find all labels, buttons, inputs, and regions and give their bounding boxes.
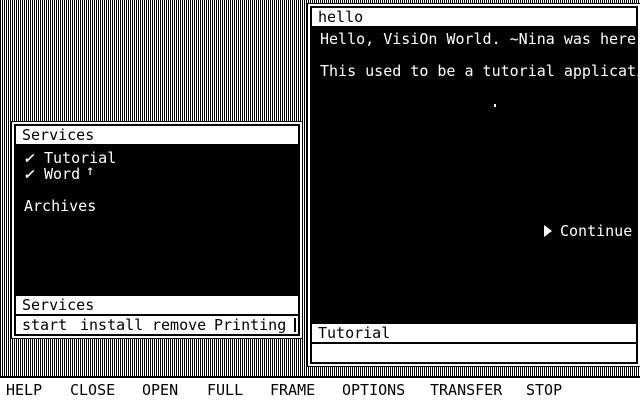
menu-printing[interactable]: Printing [214, 316, 286, 334]
service-item-tutorial[interactable]: ✓ Tutorial [24, 150, 116, 166]
service-item-label: Word [44, 165, 81, 183]
hello-line-1: Hello, VisiOn World. ~Nina was here! [320, 30, 640, 48]
services-window-frame: Services ✓ Tutorial ✓ Word ↑ Archives Serv… [14, 124, 300, 336]
hello-content: Hello, VisiOn World. ~Nina was here! Thi… [312, 28, 640, 322]
services-window[interactable]: Services ✓ Tutorial ✓ Word ↑ Archives Serv… [11, 121, 303, 339]
hello-status: Tutorial [312, 322, 636, 342]
archives-item[interactable]: Archives [24, 198, 96, 214]
mouse-pointer-icon: ↑ [86, 163, 95, 179]
service-item-word[interactable]: ✓ Word [24, 166, 80, 182]
global-menu-bar: HELP CLOSE OPEN FULL FRAME OPTIONS TRANS… [0, 376, 640, 402]
menu-start[interactable]: start [22, 316, 67, 334]
hello-line-2: This used to be a tutorial application [320, 62, 640, 80]
text-cursor [494, 104, 496, 107]
hello-command-bar[interactable] [312, 342, 636, 362]
services-menu: start install remove Printing [16, 314, 298, 334]
menu-scroll-marker [294, 318, 296, 332]
menu-stop[interactable]: STOP [526, 381, 562, 399]
services-title[interactable]: Services [16, 126, 298, 146]
services-content: ✓ Tutorial ✓ Word ↑ Archives [16, 146, 298, 294]
continue-label: Continue [560, 222, 633, 240]
hello-window[interactable]: hello Hello, VisiOn World. ~Nina was her… [307, 3, 640, 367]
menu-options[interactable]: OPTIONS [342, 381, 405, 399]
triangle-right-icon [544, 225, 552, 237]
menu-install[interactable]: install [80, 316, 143, 334]
check-icon: ✓ [24, 165, 34, 183]
menu-frame[interactable]: FRAME [270, 381, 315, 399]
menu-transfer[interactable]: TRANSFER [430, 381, 502, 399]
check-icon: ✓ [24, 149, 34, 167]
hello-window-frame: hello Hello, VisiOn World. ~Nina was her… [310, 6, 640, 364]
services-status: Services [16, 294, 298, 314]
menu-open[interactable]: OPEN [142, 381, 178, 399]
continue-button[interactable]: Continue [544, 222, 632, 240]
menu-close[interactable]: CLOSE [70, 381, 115, 399]
hello-title[interactable]: hello [312, 8, 636, 28]
menu-remove[interactable]: remove [152, 316, 206, 334]
menu-full[interactable]: FULL [207, 381, 243, 399]
menu-help[interactable]: HELP [6, 381, 42, 399]
